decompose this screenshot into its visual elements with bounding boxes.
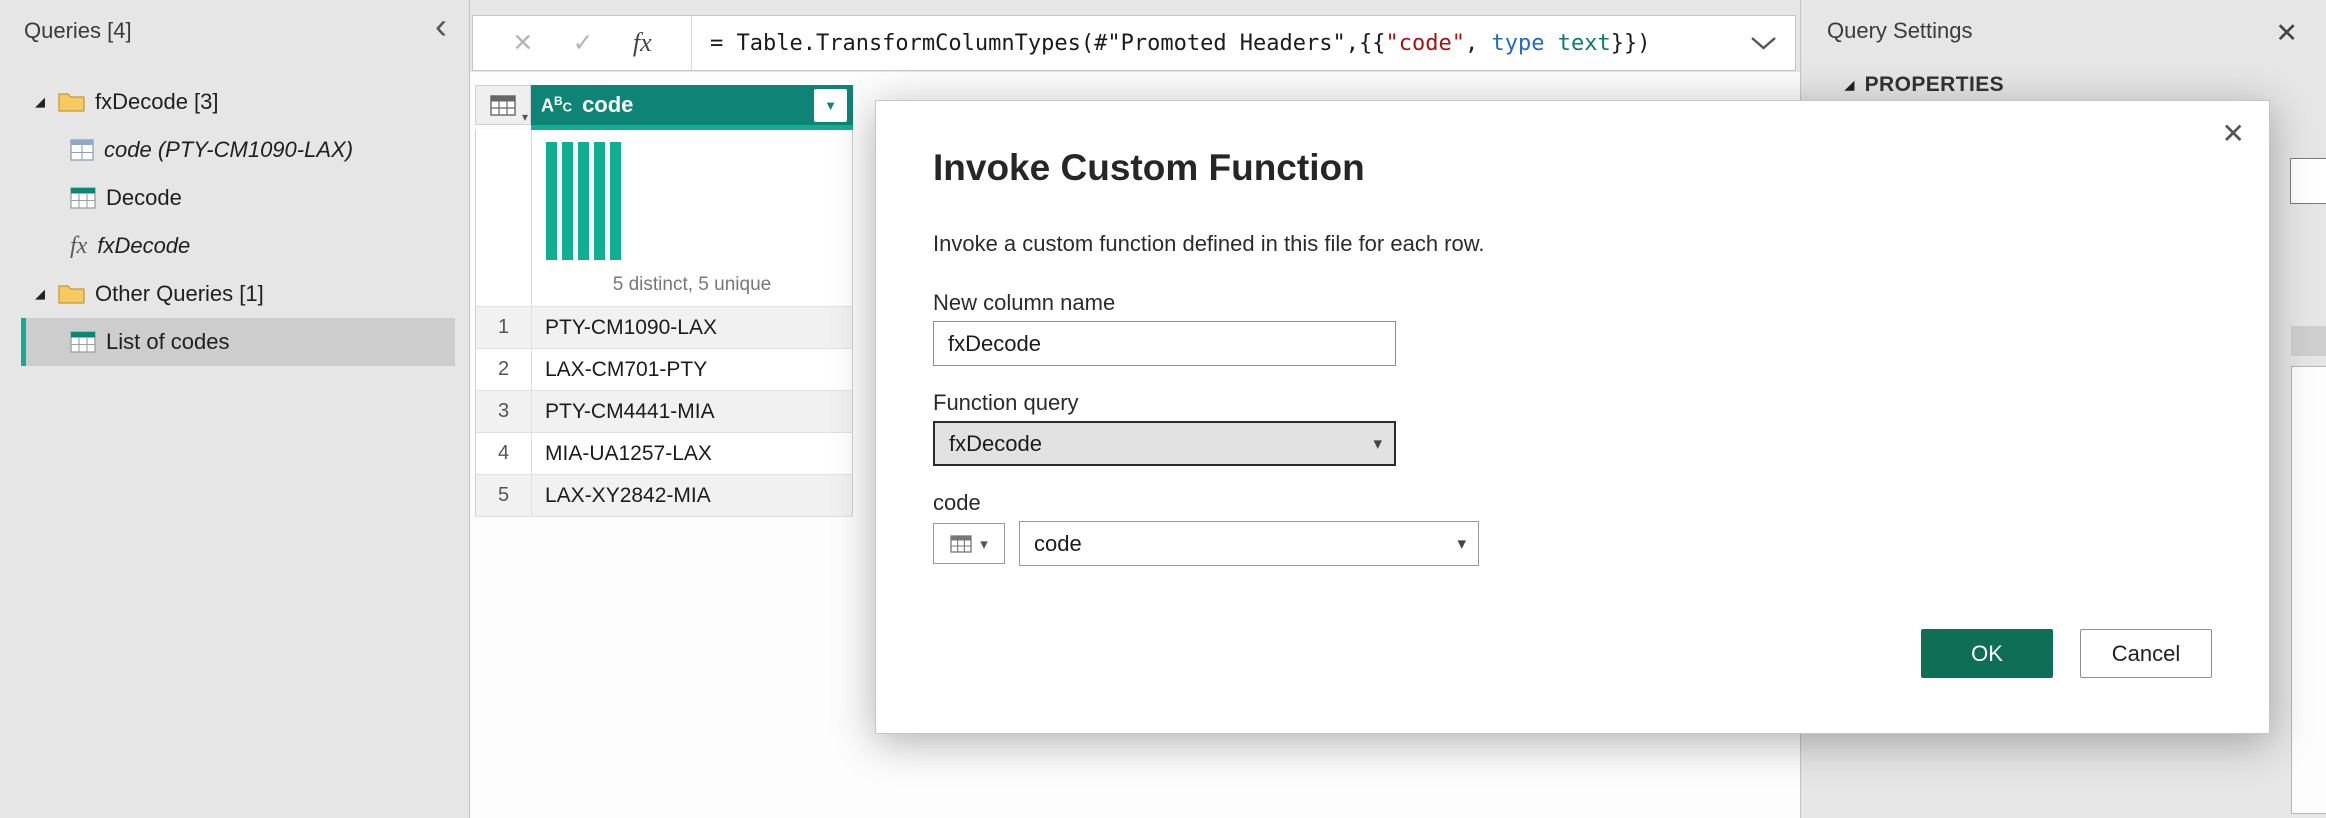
formula-bar: ✕ ✓ fx = Table.TransformColumnTypes(#"Pr…	[472, 15, 1796, 71]
row-number: 3	[475, 391, 531, 433]
properties-section-header[interactable]: ◢ PROPERTIES	[1845, 73, 2326, 97]
filter-dropdown-icon[interactable]: ▼	[814, 89, 847, 122]
parameter-row: ▾ code ▾	[933, 521, 2212, 566]
row-value: PTY-CM4441-MIA	[531, 391, 853, 433]
row-value: MIA-UA1257-LAX	[531, 433, 853, 475]
query-item-label: fxDecode [3]	[95, 89, 219, 115]
query-item-label: Decode	[106, 185, 182, 211]
dialog-description: Invoke a custom function defined in this…	[933, 231, 2212, 257]
close-settings-icon[interactable]: ✕	[2275, 18, 2298, 49]
chevron-down-icon: ▾	[980, 535, 988, 553]
expand-triangle-icon[interactable]: ◢	[32, 286, 48, 302]
table-row[interactable]: 1PTY-CM1090-LAX	[475, 307, 853, 349]
function-query-label: Function query	[933, 390, 2212, 416]
table-row[interactable]: 2LAX-CM701-PTY	[475, 349, 853, 391]
collapse-pane-icon[interactable]: ‹	[435, 14, 447, 38]
row-number: 2	[475, 349, 531, 391]
value-distribution: 5 distinct, 5 unique	[531, 130, 853, 307]
table-header-row: ▾ ABC code ▼	[475, 85, 853, 125]
new-column-name-label: New column name	[933, 290, 2212, 316]
function-query-dropdown[interactable]: fxDecode ▾	[933, 421, 1396, 466]
folder-icon	[58, 284, 85, 304]
distribution-bars	[546, 142, 852, 260]
query-item-code-pty-cm1090-lax[interactable]: code (PTY-CM1090-LAX)	[21, 126, 455, 174]
applied-step-fragment	[2291, 326, 2326, 356]
table-row[interactable]: 4MIA-UA1257-LAX	[475, 433, 853, 475]
distribution-bar	[594, 142, 605, 260]
chevron-down-icon: ▾	[1373, 434, 1382, 454]
table-row[interactable]: 3PTY-CM4441-MIA	[475, 391, 853, 433]
queries-pane-header: Queries [4] ‹	[0, 0, 469, 44]
parameter-value: code	[1034, 531, 1082, 557]
close-dialog-icon[interactable]: ✕	[2222, 117, 2245, 150]
ok-button[interactable]: OK	[1921, 629, 2053, 678]
formula-bar-buttons: ✕ ✓ fx	[473, 16, 692, 70]
query-item-label: List of codes	[106, 329, 230, 355]
chevron-down-icon: ▾	[522, 110, 528, 124]
column-header-code[interactable]: ABC code ▼	[531, 85, 853, 125]
distribution-bar	[562, 142, 573, 260]
parameter-value-dropdown[interactable]: code ▾	[1019, 521, 1479, 566]
chevron-down-icon: ▾	[1457, 534, 1466, 554]
column-name: code	[582, 92, 633, 118]
settings-pane-title: Query Settings	[1827, 18, 1973, 44]
distribution-bar	[546, 142, 557, 260]
distribution-bar	[578, 142, 589, 260]
query-item-other-queries-1[interactable]: ◢ Other Queries [1]	[21, 270, 455, 318]
folder-icon	[58, 92, 85, 112]
query-tree: ◢ fxDecode [3] code (PTY-CM1090-LAX) Decode…	[0, 78, 469, 366]
name-field-fragment	[2290, 158, 2326, 204]
invoke-custom-function-dialog: ✕ Invoke Custom Function Invoke a custom…	[875, 100, 2270, 734]
new-column-name-input[interactable]	[933, 321, 1396, 366]
power-query-editor: Queries [4] ‹ ◢ fxDecode [3] code (PTY-CM1…	[0, 0, 2326, 818]
expand-formula-icon[interactable]	[1750, 36, 1777, 51]
add-function-icon[interactable]: fx	[633, 28, 652, 58]
dialog-title: Invoke Custom Function	[933, 147, 2212, 189]
distinct-unique-caption: 5 distinct, 5 unique	[546, 274, 852, 296]
table-row[interactable]: 5LAX-XY2842-MIA	[475, 475, 853, 517]
table-icon	[950, 535, 972, 553]
fx-icon: fx	[70, 233, 87, 260]
distribution-bar	[610, 142, 621, 260]
settings-pane-header: Query Settings ✕	[1801, 0, 2326, 49]
dialog-actions: OK Cancel	[1921, 629, 2212, 678]
formula-input[interactable]: = Table.TransformColumnTypes(#"Promoted …	[692, 16, 1795, 70]
query-item-label: code (PTY-CM1090-LAX)	[104, 137, 353, 163]
row-number: 4	[475, 433, 531, 475]
query-item-list-of-codes[interactable]: List of codes	[21, 318, 455, 366]
commit-formula-icon[interactable]: ✓	[573, 28, 594, 58]
row-value: LAX-XY2842-MIA	[531, 475, 853, 517]
query-item-fxdecode[interactable]: fx fxDecode	[21, 222, 455, 270]
parameter-label: code	[933, 490, 2212, 516]
expand-triangle-icon[interactable]: ◢	[32, 94, 48, 110]
table-icon	[70, 187, 96, 209]
sheet-icon	[70, 139, 94, 161]
queries-pane: Queries [4] ‹ ◢ fxDecode [3] code (PTY-CM1…	[0, 0, 470, 818]
table-icon	[490, 95, 516, 116]
formula-text: = Table.TransformColumnTypes(#"Promoted …	[710, 31, 1650, 56]
select-all-corner[interactable]: ▾	[475, 85, 531, 125]
query-item-label: fxDecode	[97, 233, 190, 259]
row-value: LAX-CM701-PTY	[531, 349, 853, 391]
row-number: 1	[475, 307, 531, 349]
cancel-formula-icon[interactable]: ✕	[512, 28, 533, 58]
cancel-button[interactable]: Cancel	[2080, 629, 2212, 678]
row-number: 5	[475, 475, 531, 517]
applied-steps-box-fragment	[2291, 366, 2326, 814]
query-item-label: Other Queries [1]	[95, 281, 264, 307]
text-type-icon[interactable]: ABC	[541, 95, 572, 115]
table-body: 1PTY-CM1090-LAX2LAX-CM701-PTY3PTY-CM4441…	[475, 307, 853, 517]
query-item-decode[interactable]: Decode	[21, 174, 455, 222]
function-query-value: fxDecode	[949, 431, 1042, 457]
properties-label: PROPERTIES	[1865, 73, 2004, 97]
column-quality-row: 5 distinct, 5 unique	[475, 130, 853, 307]
table-icon	[70, 331, 96, 353]
expand-triangle-icon: ◢	[1845, 78, 1855, 92]
column-picker-button[interactable]: ▾	[933, 523, 1005, 564]
row-value: PTY-CM1090-LAX	[531, 307, 853, 349]
query-item-fxdecode-3[interactable]: ◢ fxDecode [3]	[21, 78, 455, 126]
queries-pane-title: Queries [4]	[24, 18, 132, 44]
preview-table: ▾ ABC code ▼ 5 distinct, 5 unique	[475, 85, 853, 517]
